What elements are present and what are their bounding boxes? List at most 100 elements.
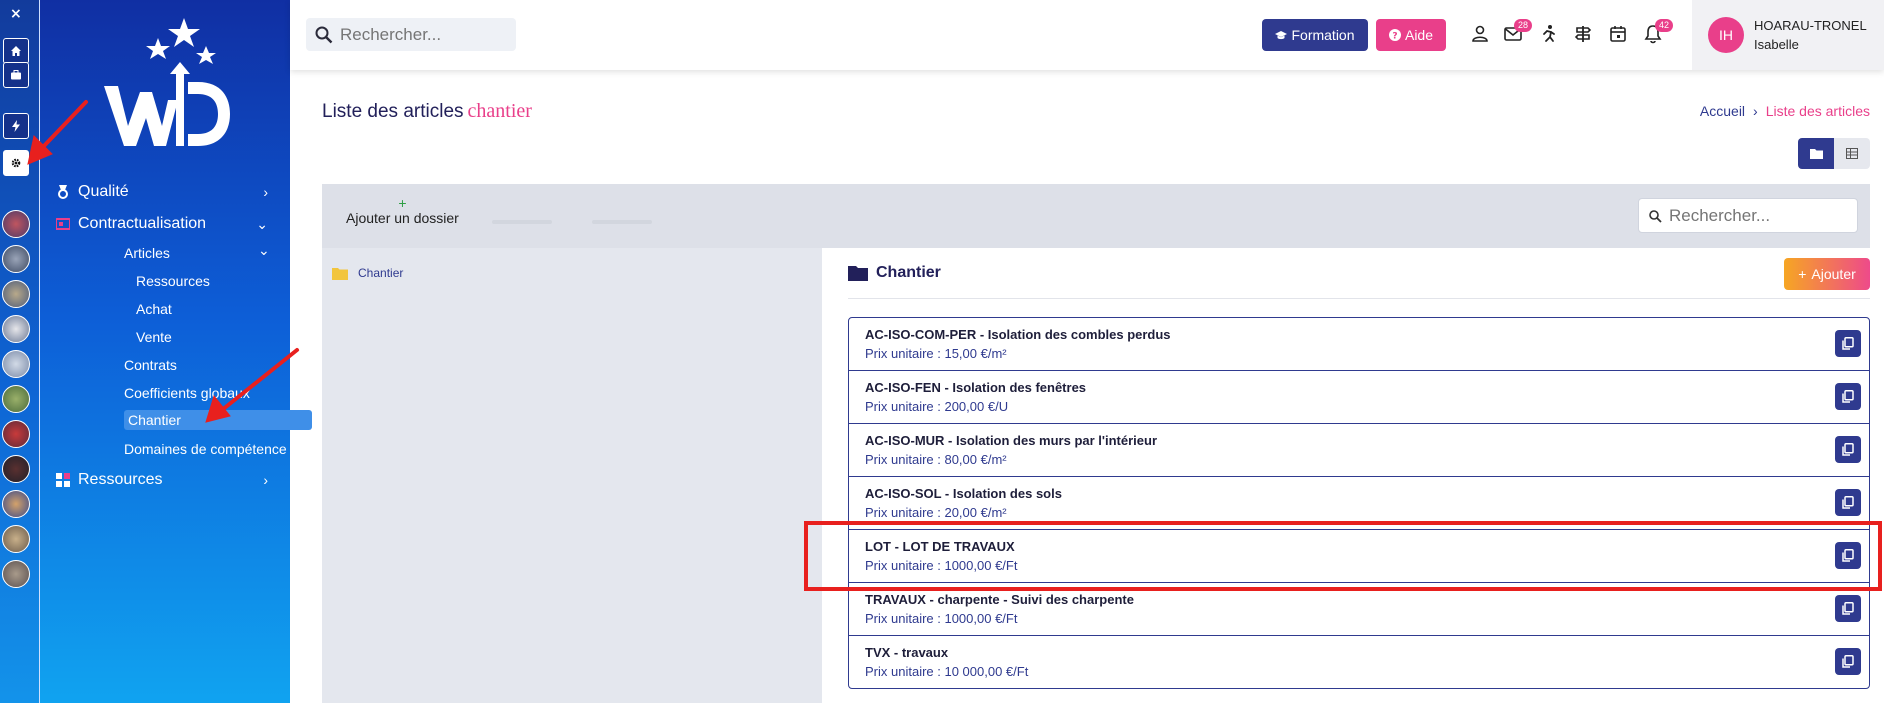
- table-view-button[interactable]: [1834, 138, 1870, 169]
- divider: [848, 298, 1870, 299]
- app-rail: ×: [0, 0, 40, 703]
- briefcase-icon: [11, 70, 21, 80]
- search-icon: [1649, 210, 1662, 223]
- article-price: Prix unitaire : 10 000,00 €/Ft: [865, 664, 1029, 679]
- avatar: IH: [1708, 17, 1744, 53]
- list-item[interactable]: AC-ISO-MUR - Isolation des murs par l'in…: [849, 424, 1869, 477]
- folder-detail: Chantier + Ajouter AC-ISO-COM-PER - Isol…: [822, 248, 1870, 703]
- page-title-text: Liste des articles: [322, 101, 464, 122]
- sidebar-item-contrats[interactable]: Contrats: [124, 357, 177, 373]
- delete-folder-button[interactable]: [592, 198, 652, 224]
- page-title-accent: chantier: [467, 100, 532, 122]
- detail-title-text: Chantier: [876, 264, 941, 281]
- copy-button[interactable]: [1835, 595, 1861, 622]
- rail-settings-button[interactable]: [3, 150, 29, 176]
- user-last-name: HOARAU-TRONEL: [1754, 18, 1867, 33]
- sidebar-item-achat[interactable]: Achat: [136, 301, 172, 317]
- folder-tree: Chantier: [322, 248, 822, 703]
- close-icon[interactable]: ×: [10, 6, 22, 22]
- folder-view-button[interactable]: [1798, 138, 1834, 169]
- sidebar: Qualité › Contractualisation ⌄ Articles …: [40, 0, 312, 703]
- rail-home-button[interactable]: [3, 38, 29, 64]
- article-name: AC-ISO-COM-PER - Isolation des combles p…: [865, 327, 1171, 342]
- user-icon[interactable]: [1470, 24, 1490, 44]
- avatar[interactable]: [2, 280, 30, 308]
- sidebar-item-contractualisation[interactable]: Contractualisation ⌄: [40, 212, 290, 236]
- avatar[interactable]: [2, 490, 30, 518]
- app-logo: [104, 18, 230, 146]
- annotation-highlight-box: [804, 521, 1882, 591]
- home-icon: [11, 46, 21, 56]
- bolt-icon: [12, 120, 20, 132]
- global-search-input[interactable]: [340, 24, 508, 46]
- copy-button[interactable]: [1835, 436, 1861, 463]
- tree-node-label: Chantier: [358, 266, 404, 280]
- rail-briefcase-button[interactable]: [3, 62, 29, 88]
- medal-icon: [58, 185, 68, 199]
- user-menu[interactable]: IH HOARAU-TRONEL Isabelle: [1692, 0, 1884, 70]
- calendar-icon[interactable]: [1608, 24, 1628, 44]
- add-folder-button[interactable]: + Ajouter un dossier: [346, 196, 459, 226]
- breadcrumb-home-link[interactable]: Accueil: [1700, 103, 1745, 119]
- panel-search: [1638, 198, 1858, 233]
- copy-button[interactable]: [1835, 648, 1861, 675]
- formation-button[interactable]: Formation: [1262, 19, 1368, 51]
- article-price: Prix unitaire : 15,00 €/m²: [865, 346, 1007, 361]
- sidebar-item-domaines[interactable]: Domaines de compétence: [124, 441, 287, 457]
- aide-label: Aide: [1404, 27, 1434, 43]
- sidebar-item-label: Articles: [124, 245, 170, 261]
- avatar[interactable]: [2, 245, 30, 273]
- table-icon: [1846, 148, 1858, 159]
- copy-icon: [1842, 337, 1854, 350]
- sidebar-item-coefficients[interactable]: Coefficients globaux: [124, 385, 250, 401]
- article-price: Prix unitaire : 20,00 €/m²: [865, 505, 1007, 520]
- notification-count-badge: 42: [1655, 19, 1673, 32]
- panel-search-input[interactable]: [1669, 205, 1849, 227]
- avatar[interactable]: [2, 210, 30, 238]
- avatar[interactable]: [2, 525, 30, 553]
- copy-icon: [1842, 602, 1854, 615]
- plus-icon: +: [398, 195, 407, 211]
- avatar[interactable]: [2, 560, 30, 588]
- avatar[interactable]: [2, 350, 30, 378]
- copy-button[interactable]: [1835, 489, 1861, 516]
- article-name: AC-ISO-MUR - Isolation des murs par l'in…: [865, 433, 1158, 448]
- tree-node-chantier[interactable]: Chantier: [332, 266, 403, 280]
- breadcrumb: Accueil › Liste des articles: [1700, 103, 1870, 119]
- copy-icon: [1842, 655, 1854, 668]
- avatar[interactable]: [2, 455, 30, 483]
- avatar[interactable]: [2, 385, 30, 413]
- top-header: Formation ? Aide 28 42 IH HOARAU-TRONEL …: [290, 0, 1884, 70]
- sidebar-item-articles[interactable]: Articles: [124, 245, 170, 261]
- sidebar-item-vente[interactable]: Vente: [136, 329, 172, 345]
- running-icon[interactable]: [1538, 24, 1558, 44]
- copy-button[interactable]: [1835, 383, 1861, 410]
- article-price: Prix unitaire : 1000,00 €/Ft: [865, 611, 1018, 626]
- folder-icon: [332, 267, 348, 280]
- folder-icon: [848, 266, 868, 281]
- avatar[interactable]: [2, 315, 30, 343]
- article-name: AC-ISO-FEN - Isolation des fenêtres: [865, 380, 1087, 395]
- chevron-right-icon: ›: [263, 472, 268, 488]
- user-first-name: Isabelle: [1754, 37, 1799, 52]
- formation-label: Formation: [1291, 27, 1355, 43]
- sidebar-item-ressources[interactable]: Ressources ›: [40, 468, 290, 492]
- add-article-button[interactable]: + Ajouter: [1784, 258, 1870, 290]
- list-item[interactable]: AC-ISO-FEN - Isolation des fenêtres Prix…: [849, 371, 1869, 424]
- page-title: Liste des articles chantier: [322, 100, 532, 123]
- avatar[interactable]: [2, 420, 30, 448]
- rename-folder-button[interactable]: [492, 198, 552, 224]
- aide-button[interactable]: ? Aide: [1376, 19, 1446, 51]
- list-item[interactable]: AC-ISO-COM-PER - Isolation des combles p…: [849, 318, 1869, 371]
- copy-icon: [1842, 390, 1854, 403]
- chevron-right-icon: ›: [263, 184, 268, 200]
- article-price: Prix unitaire : 200,00 €/U: [865, 399, 1009, 414]
- sidebar-item-ressources-sub[interactable]: Ressources: [136, 273, 210, 289]
- list-item[interactable]: TVX - travaux Prix unitaire : 10 000,00 …: [849, 636, 1869, 688]
- signpost-icon[interactable]: [1573, 24, 1593, 44]
- sidebar-item-qualite[interactable]: Qualité ›: [40, 180, 290, 204]
- rail-bolt-button[interactable]: [3, 113, 29, 139]
- copy-button[interactable]: [1835, 330, 1861, 357]
- sidebar-item-chantier[interactable]: Chantier: [124, 410, 312, 430]
- disabled-placeholder: [592, 220, 652, 224]
